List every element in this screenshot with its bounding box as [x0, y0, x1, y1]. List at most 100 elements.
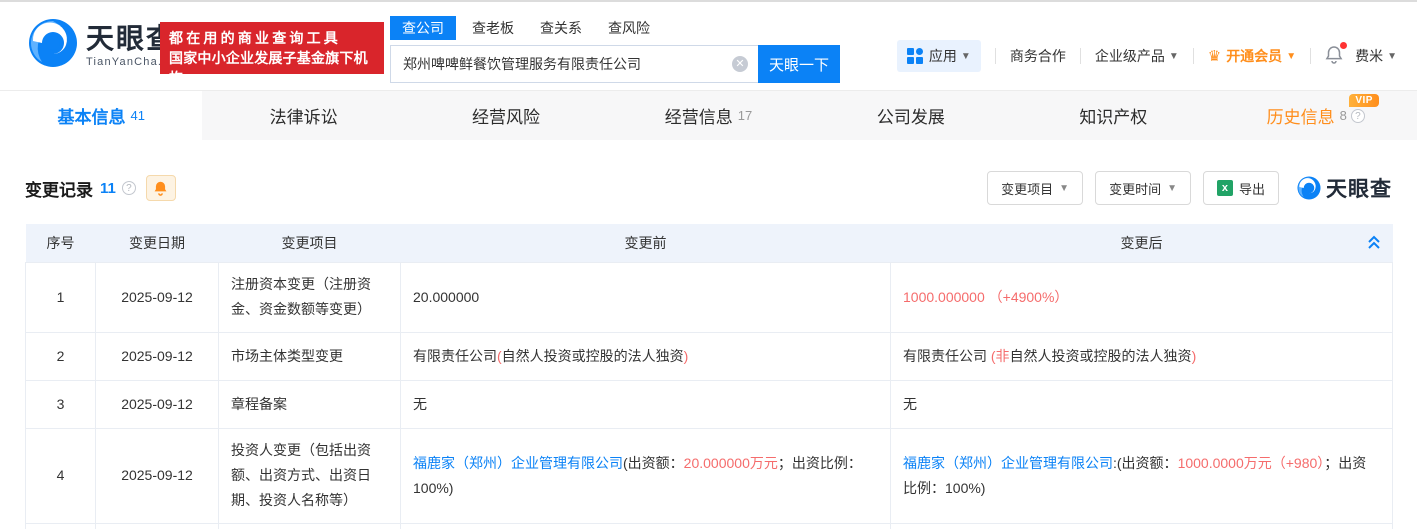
cell-date: 2025-09-12	[95, 331, 219, 381]
cell-text: 自然人投资或控股的法人独资	[501, 347, 684, 364]
table-header-row: 序号 变更日期 变更项目 变更前 变更后	[25, 224, 1393, 262]
watermark-logo: 天眼查	[1297, 173, 1392, 203]
vip-badge: VIP	[1349, 94, 1379, 107]
nav-apps-label: 应用	[928, 48, 957, 64]
cell-text: (出资额：	[623, 454, 684, 471]
company-link[interactable]: 福鹿家（郑州）企业管理有限公司	[413, 455, 623, 471]
tab[interactable]: 知识产权	[1012, 91, 1214, 140]
search-tab[interactable]: 查公司	[390, 16, 456, 40]
filter-buttons: 变更项目 ▼ 变更时间 ▼	[975, 171, 1191, 205]
search-button[interactable]: 天眼一下	[758, 45, 840, 83]
table-row: 2 2025-09-12 市场主体类型变更 有限责任公司(自然人投资或控股的法人独资)…	[25, 331, 1393, 381]
apps-grid-icon	[906, 48, 923, 64]
nav-open-vip-label: 开通会员	[1226, 48, 1283, 64]
company-link[interactable]: 福鹿家（郑州）企业管理有限公司	[903, 455, 1113, 471]
column-header: 序号	[25, 224, 96, 262]
search-tab[interactable]: 查关系	[540, 16, 582, 40]
nav-business[interactable]: 商务合作	[1010, 46, 1066, 66]
cell-text: 有限责任公司	[903, 347, 991, 364]
search-tab[interactable]: 查风险	[608, 16, 650, 40]
tab-label: 基本信息	[57, 108, 126, 127]
cell-text: :(出资额：	[1113, 454, 1178, 471]
change-record-section-bar: 变更记录 11 ? 变更项目 ▼ 变更时间 ▼ x 导出 天眼查	[25, 166, 1392, 210]
chevron-down-icon: ▼	[1059, 182, 1070, 194]
filter-dropdown[interactable]: 变更时间 ▼	[1095, 171, 1191, 205]
column-header: 变更日期	[95, 224, 219, 262]
column-header: 变更前	[400, 224, 891, 262]
section-title: 变更记录	[25, 180, 93, 200]
tianyancha-logo-icon	[28, 18, 78, 73]
chevron-down-icon: ▼	[1168, 50, 1179, 62]
cell-text: 20.000000	[413, 288, 480, 305]
search-input[interactable]	[390, 45, 758, 83]
help-icon[interactable]: ?	[1350, 108, 1365, 123]
cell-text: 自然人投资或控股的法人独资	[1009, 347, 1192, 364]
export-button[interactable]: x 导出	[1202, 171, 1279, 205]
cell-index: 3	[25, 379, 96, 429]
promo-banner: 都在用的商业查询工具 国家中小企业发展子基金旗下机构	[160, 22, 384, 86]
cell-text: 有限责任公司	[413, 347, 497, 364]
filter-label: 变更项目	[1001, 181, 1054, 197]
nav-apps[interactable]: 应用 ▼	[896, 40, 981, 72]
cell-after: 有限责任公司 (非自然人投资或控股的法人独资)	[890, 331, 1393, 381]
watermark-text: 天眼查	[1326, 178, 1392, 201]
cell-empty	[890, 522, 1393, 529]
cell-after: 1000.000000 （+4900%）	[890, 261, 1393, 333]
cell-change-item: 投资人变更（包括出资额、出资方式、出资日期、投资人名称等）	[218, 427, 401, 524]
tab[interactable]: 经营信息 17	[607, 91, 809, 140]
cell-empty	[400, 522, 891, 529]
cell-date: 2025-09-12	[95, 261, 219, 333]
cell-text: 无	[413, 395, 427, 412]
chevron-down-icon: ▼	[1387, 50, 1397, 62]
collapse-chevrons-icon[interactable]	[1367, 235, 1381, 253]
top-nav: 应用 ▼ 商务合作 企业级产品 ▼ ♛ 开通会员 ▼ 费米 ▼	[896, 40, 1397, 72]
nav-enterprise-label: 企业级产品	[1094, 48, 1165, 64]
nav-open-vip[interactable]: ♛ 开通会员 ▼	[1208, 46, 1296, 66]
filter-dropdown[interactable]: 变更项目 ▼	[987, 171, 1084, 205]
search-tab[interactable]: 查老板	[472, 16, 514, 40]
tab-count: 17	[737, 108, 753, 123]
nav-user[interactable]: 费米 ▼	[1355, 46, 1397, 66]
clear-search-icon[interactable]: ✕	[732, 56, 748, 72]
tab[interactable]: 经营风险	[405, 91, 607, 140]
table-row: 3 2025-09-12 章程备案无无	[25, 379, 1393, 429]
tab[interactable]: 基本信息 41	[0, 91, 203, 140]
cell-empty	[25, 522, 96, 529]
monitor-bell-button[interactable]	[145, 175, 176, 201]
nav-user-label: 费米	[1355, 48, 1384, 64]
page-header: 天眼查 TianYanCha.com 都在用的商业查询工具 国家中小企业发展子基…	[0, 0, 1417, 90]
excel-icon: x	[1216, 180, 1233, 196]
tab-label: 知识产权	[1079, 108, 1148, 127]
cell-before: 有限责任公司(自然人投资或控股的法人独资)	[400, 331, 891, 381]
search-area: 查公司查老板 查关系 查风险 ✕ 天眼一下	[390, 16, 840, 83]
tab-count: 41	[130, 108, 145, 123]
cell-index: 2	[25, 331, 96, 381]
cell-text: )	[1191, 347, 1197, 364]
table-row-partial	[25, 522, 1393, 529]
column-header: 变更后	[890, 224, 1393, 262]
cell-text: 20.000000万元	[683, 454, 778, 471]
nav-enterprise[interactable]: 企业级产品 ▼	[1095, 46, 1179, 66]
cell-date: 2025-09-12	[95, 427, 219, 524]
tab[interactable]: 法律诉讼	[202, 91, 404, 140]
change-record-table: 序号 变更日期 变更项目 变更前 变更后 1 2025-09-12 注册资本变更（注册资金、…	[25, 224, 1393, 529]
cell-change-item: 章程备案	[218, 379, 401, 429]
cell-empty	[95, 522, 219, 529]
cell-text: (非	[990, 347, 1010, 364]
crown-icon: ♛	[1207, 48, 1222, 65]
tab-label: 公司发展	[876, 108, 945, 127]
tab[interactable]: 公司发展	[810, 91, 1012, 140]
cell-after: 无	[890, 379, 1393, 429]
notification-bell-icon[interactable]	[1325, 42, 1348, 67]
cell-after: 福鹿家（郑州）企业管理有限公司:(出资额：1000.0000万元（+980）；出…	[890, 427, 1393, 524]
help-icon[interactable]: ?	[121, 181, 136, 195]
section-count: 11	[100, 179, 116, 197]
cell-date: 2025-09-12	[95, 379, 219, 429]
table-row: 1 2025-09-12 注册资本变更（注册资金、资金数额等变更） 20.000000…	[25, 261, 1393, 333]
filter-label: 变更时间	[1109, 181, 1162, 197]
tab-label: 历史信息	[1266, 108, 1335, 127]
tab-count: 8	[1339, 108, 1347, 123]
cell-text: 无	[903, 395, 917, 412]
tab[interactable]: 历史信息 8? VIP	[1215, 91, 1417, 140]
chevron-down-icon: ▼	[960, 50, 971, 62]
